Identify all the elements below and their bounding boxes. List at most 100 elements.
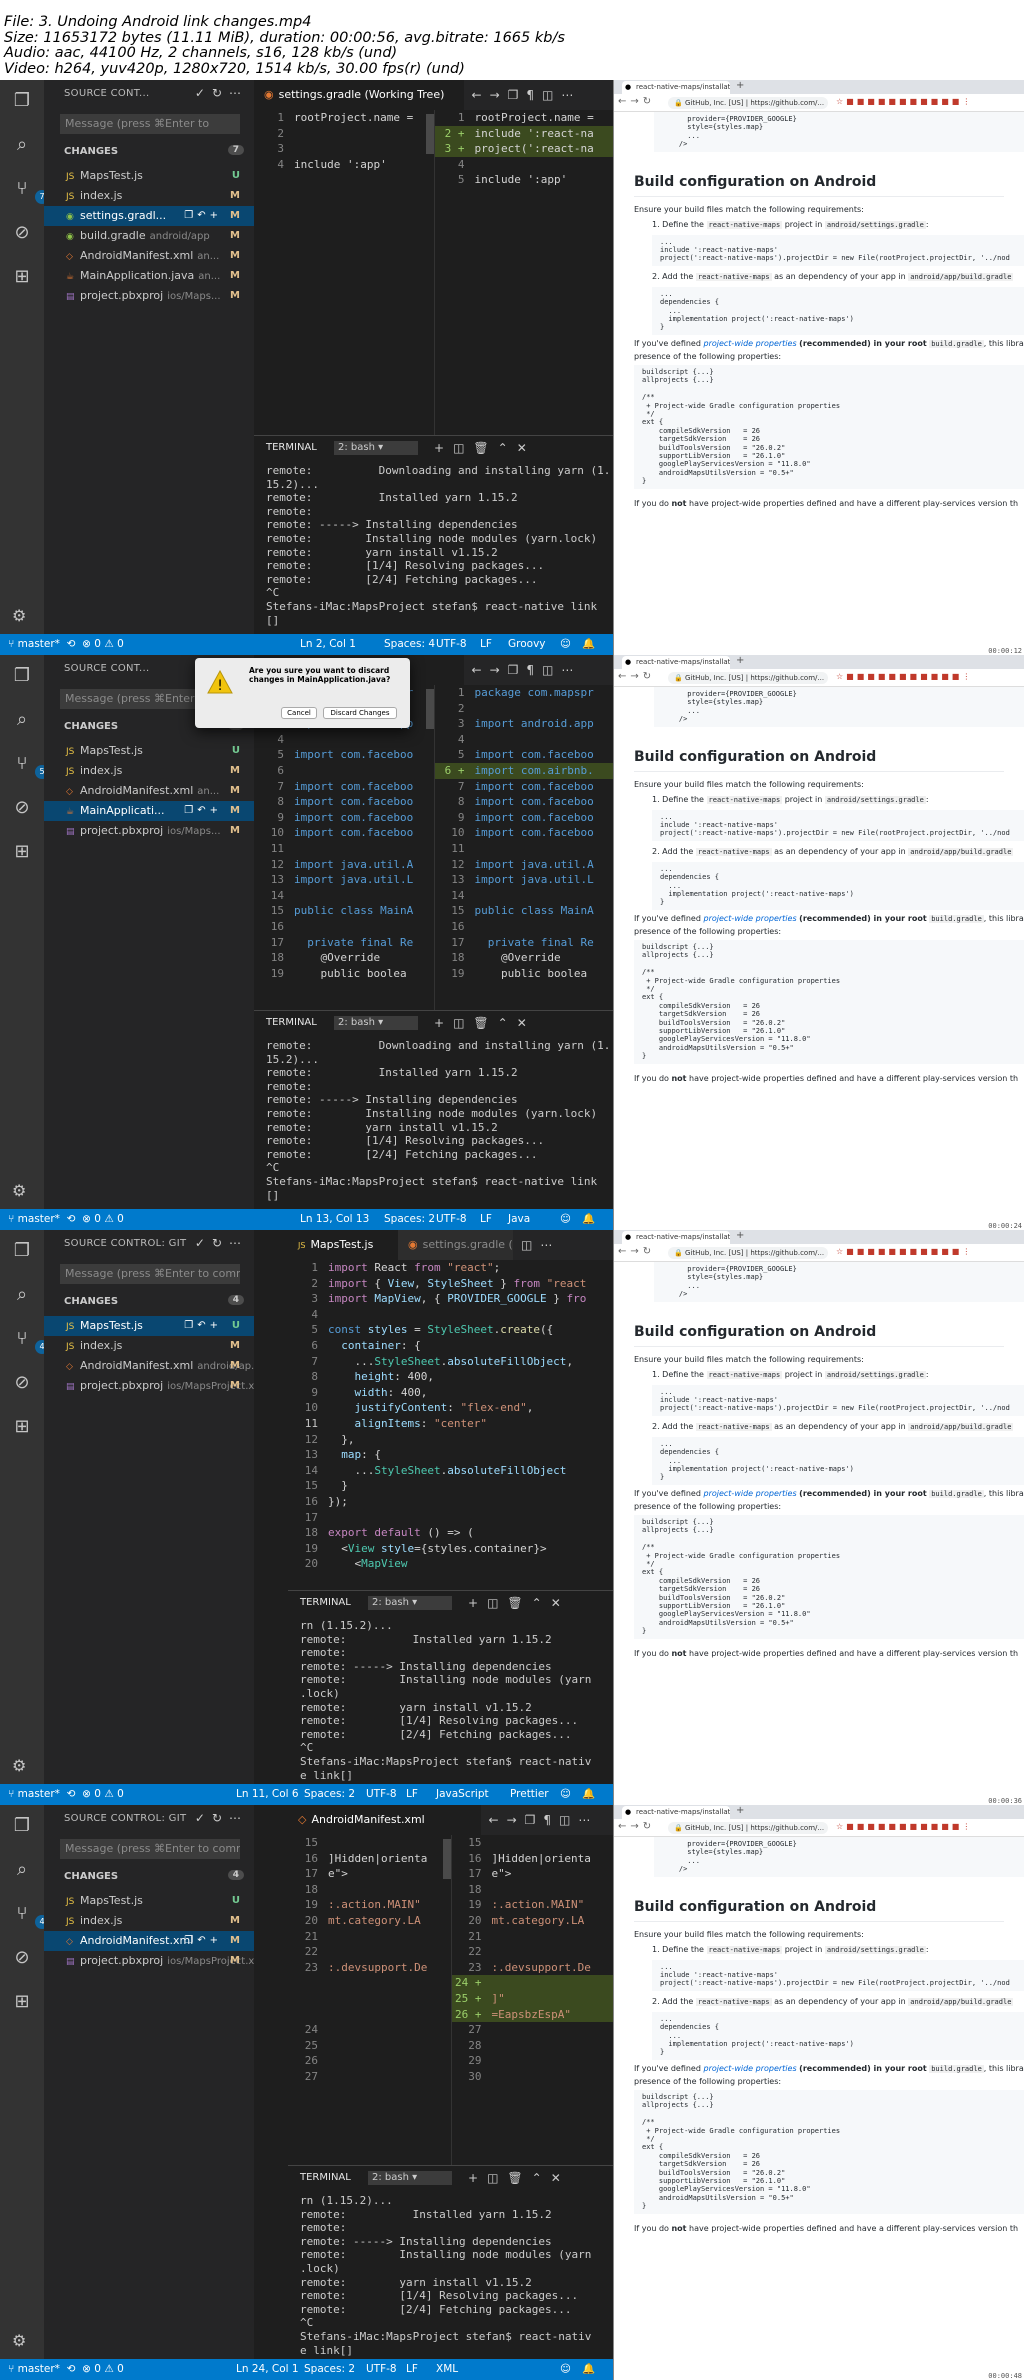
extension-icon[interactable]: ■	[878, 672, 889, 681]
discard-icon[interactable]: ↶	[197, 210, 209, 221]
close-icon[interactable]: ✕	[551, 1596, 570, 1610]
branch-name[interactable]: master*	[18, 1213, 60, 1225]
extension-icon[interactable]: ■	[888, 672, 899, 681]
list-item[interactable]: JS index.js M	[44, 1911, 254, 1931]
whitespace-icon[interactable]: ¶	[526, 663, 542, 677]
extension-icon[interactable]: ■	[857, 97, 868, 106]
forward-icon[interactable]: →	[630, 96, 642, 107]
encoding[interactable]: UTF-8	[436, 1209, 467, 1230]
source-control-icon[interactable]: ⑂ 7	[11, 178, 49, 204]
menu-icon[interactable]: ⋮	[962, 1247, 973, 1256]
extension-icon[interactable]: ■	[878, 97, 889, 106]
back-icon[interactable]: ←	[618, 671, 630, 682]
language-mode[interactable]: Groovy	[508, 634, 546, 655]
add-terminal-icon[interactable]: +	[434, 441, 453, 455]
open-file-icon[interactable]: ❐	[184, 1935, 197, 1946]
extension-icon[interactable]: ■	[899, 672, 910, 681]
extension-icon[interactable]: ■	[888, 1247, 899, 1256]
changes-header[interactable]: CHANGES 4	[64, 1295, 250, 1307]
reload-icon[interactable]: ↻	[643, 671, 655, 682]
list-item[interactable]: ▤ project.pbxproj ios/Maps... M	[44, 286, 254, 306]
editor-scrollbar[interactable]	[425, 689, 434, 729]
split-terminal-icon[interactable]: ◫	[487, 2171, 507, 2185]
branch-name[interactable]: master*	[18, 638, 60, 650]
extension-icon[interactable]: ■	[857, 1247, 868, 1256]
extension-icon[interactable]: ■	[888, 1822, 899, 1831]
discard-icon[interactable]: ↶	[197, 1320, 209, 1331]
terminal-output[interactable]: rn (1.15.2)... remote: Installed yarn 1.…	[288, 1615, 613, 1782]
menu-icon[interactable]: ⋮	[962, 97, 973, 106]
browser-tab[interactable]: ● react-native-maps/installation	[622, 1231, 730, 1244]
extension-icon[interactable]: ■	[952, 1247, 963, 1256]
indent-spaces[interactable]: Spaces: 4	[384, 634, 435, 655]
feedback-icon[interactable]: ☺	[560, 1784, 571, 1805]
address-bar[interactable]: 🔒 GitHub, Inc. [US] | https://github.com…	[668, 1247, 828, 1259]
discard-icon[interactable]: ↶	[197, 1935, 209, 1946]
back-icon[interactable]: ←	[618, 96, 630, 107]
more-icon[interactable]: ⋯	[578, 1813, 598, 1827]
list-item[interactable]: JS MapsTest.js U	[44, 1891, 254, 1911]
error-count[interactable]: 0	[94, 638, 101, 650]
stage-icon[interactable]: +	[210, 1320, 222, 1331]
shell-select[interactable]: 2: bash ▾	[334, 1016, 418, 1030]
error-count[interactable]: 0	[94, 1788, 101, 1800]
cursor-position[interactable]: Ln 2, Col 1	[300, 634, 356, 655]
reload-icon[interactable]: ↻	[643, 1246, 655, 1257]
bell-icon[interactable]: 🔔	[582, 634, 595, 655]
feedback-icon[interactable]: ☺	[560, 1209, 571, 1230]
bell-icon[interactable]: 🔔	[582, 1209, 595, 1230]
more-icon[interactable]: ⋯	[540, 1238, 560, 1252]
extension-icon[interactable]: ■	[920, 672, 931, 681]
close-icon[interactable]: ✕	[551, 2171, 570, 2185]
close-icon[interactable]: ✕	[517, 1016, 536, 1030]
editor-tab[interactable]: ◇ AndroidManifest.xml	[288, 1805, 481, 1835]
menu-icon[interactable]: ⋮	[962, 672, 973, 681]
add-terminal-icon[interactable]: +	[434, 1016, 453, 1030]
terminal-output[interactable]: rn (1.15.2)... remote: Installed yarn 1.…	[288, 2190, 613, 2357]
forward-icon[interactable]: →	[630, 671, 642, 682]
extension-icon[interactable]: ■	[920, 1247, 931, 1256]
more-icon[interactable]: ⋯	[229, 1811, 248, 1825]
refresh-icon[interactable]: ↻	[212, 1236, 229, 1250]
source-control-icon[interactable]: ⑂ 4	[11, 1328, 49, 1354]
star-icon[interactable]: ☆	[836, 1822, 846, 1831]
commit-icon[interactable]: ✓	[195, 1236, 212, 1250]
sync-icon[interactable]: ⟲	[67, 638, 76, 650]
cursor-position[interactable]: Ln 24, Col 1	[236, 2359, 299, 2380]
explorer-icon[interactable]: ❐	[11, 665, 33, 687]
search-icon[interactable]: ⌕	[11, 1284, 33, 1306]
language-mode[interactable]: XML	[436, 2359, 458, 2380]
refresh-icon[interactable]: ↻	[212, 1811, 229, 1825]
list-item[interactable]: ☕ MainApplicati... ❐↶+ M	[44, 801, 254, 821]
extension-icon[interactable]: ■	[931, 97, 942, 106]
debug-icon[interactable]: ⊘	[11, 1372, 33, 1394]
list-item[interactable]: ◇ AndroidManifest.xmlandroid/ap...M	[44, 1356, 254, 1376]
line-ending[interactable]: LF	[480, 634, 492, 655]
commit-message-input[interactable]: Message (press ⌘Enter to	[60, 114, 240, 134]
commit-message-input[interactable]: Message (press ⌘Enter to commit)	[60, 1839, 240, 1859]
language-mode[interactable]: Java	[508, 1209, 530, 1230]
chevron-up-icon[interactable]: ⌃	[532, 2171, 551, 2185]
close-icon[interactable]: ✕	[517, 441, 536, 455]
reload-icon[interactable]: ↻	[643, 1821, 655, 1832]
warning-count[interactable]: 0	[117, 2363, 124, 2375]
list-item[interactable]: ◉ settings.gradl... ❐↶+ M	[44, 206, 254, 226]
extension-icon[interactable]: ■	[867, 97, 878, 106]
sync-icon[interactable]: ⟲	[67, 2363, 76, 2375]
address-bar[interactable]: 🔒 GitHub, Inc. [US] | https://github.com…	[668, 97, 828, 109]
list-item[interactable]: JS index.js M	[44, 186, 254, 206]
extension-icon[interactable]: ■	[846, 97, 857, 106]
branch-name[interactable]: master*	[18, 1788, 60, 1800]
open-file-icon[interactable]: ❐	[508, 663, 527, 677]
commit-message-input[interactable]: Message (press ⌘Enter to commit)	[60, 1264, 240, 1284]
search-icon[interactable]: ⌕	[11, 134, 33, 156]
shell-select[interactable]: 2: bash ▾	[368, 2171, 452, 2185]
address-bar[interactable]: 🔒 GitHub, Inc. [US] | https://github.com…	[668, 672, 828, 684]
formatter[interactable]: Prettier	[510, 1784, 549, 1805]
code-editor[interactable]: 1 import React from "react"; 2 import { Vie…	[288, 1260, 613, 1586]
project-wide-link[interactable]: project-wide properties	[703, 339, 796, 348]
list-item[interactable]: ◉ build.gradle android/app M	[44, 226, 254, 246]
warning-count[interactable]: 0	[117, 1213, 124, 1225]
more-icon[interactable]: ⋯	[229, 1236, 248, 1250]
split-editor-icon[interactable]: ◫	[542, 663, 561, 677]
